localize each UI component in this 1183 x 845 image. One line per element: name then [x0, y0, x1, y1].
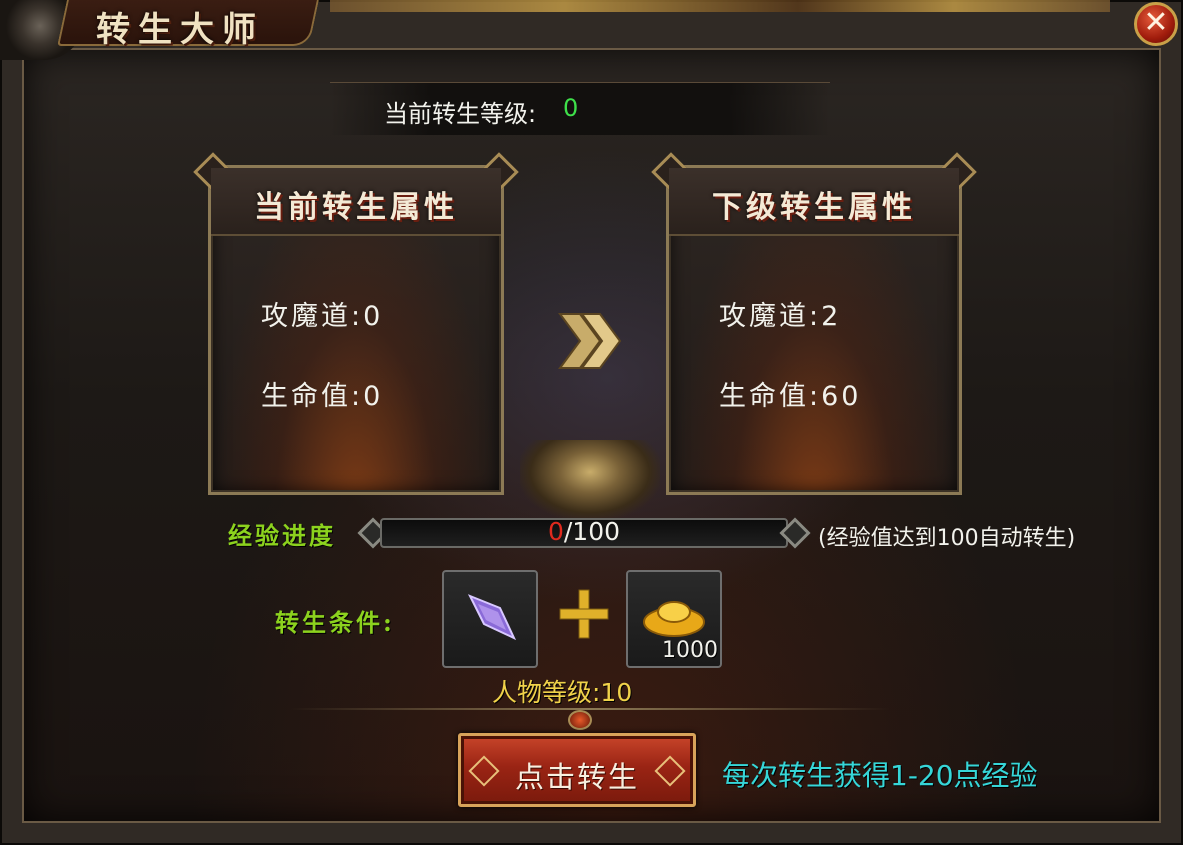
experience-max: /100 [563, 517, 621, 546]
stat-label: 攻魔道: [719, 301, 822, 332]
skull-medallion-icon [520, 440, 660, 520]
plus-icon [559, 589, 609, 639]
top-ornament-border [330, 0, 1110, 12]
panel-header: 当前转生属性 [211, 168, 501, 236]
experience-progress-text: 0/100 [380, 517, 788, 546]
next-attributes-title: 下级转生属性 [712, 190, 916, 225]
current-level-value: 0 [563, 94, 579, 122]
double-chevron-right-icon [558, 313, 622, 369]
experience-note: (经验值达到100自动转生) [818, 526, 1076, 551]
current-attributes-panel: 当前转生属性 攻魔道:0 生命值:0 [193, 152, 519, 495]
conditions-label: 转生条件: [275, 608, 395, 637]
divider [290, 708, 890, 710]
gold-count: 1000 [662, 638, 718, 663]
experience-tip: 每次转生获得1-20点经验 [722, 759, 1038, 792]
stat-label: 生命值: [261, 381, 364, 412]
reincarnate-button-label: 点击转生 [514, 760, 639, 794]
experience-current: 0 [547, 517, 564, 546]
reincarnate-button[interactable]: 点击转生 [458, 733, 696, 807]
required-level-text: 人物等级:10 [492, 678, 633, 707]
experience-label: 经验进度 [228, 521, 336, 550]
next-attributes-panel: 下级转生属性 攻魔道:2 生命值:60 [651, 152, 977, 495]
next-hp-stat: 生命值:60 [719, 374, 861, 413]
next-attack-stat: 攻魔道:2 [719, 294, 841, 333]
item-slot-crystal[interactable] [442, 570, 538, 668]
purple-crystal-icon [467, 594, 517, 641]
current-level-label: 当前转生等级: [384, 100, 537, 128]
window-title: 转生大师 [96, 10, 264, 50]
stat-value: 0 [363, 381, 384, 412]
stat-value: 2 [821, 301, 842, 332]
current-attributes-title: 当前转生属性 [254, 190, 458, 225]
close-button[interactable]: ✕ [1134, 2, 1178, 46]
stat-label: 攻魔道: [261, 301, 364, 332]
stat-value: 0 [363, 301, 384, 332]
stat-value: 60 [821, 381, 862, 412]
panel-header: 下级转生属性 [669, 168, 959, 236]
current-hp-stat: 生命值:0 [261, 374, 383, 413]
current-attack-stat: 攻魔道:0 [261, 294, 383, 333]
gem-ornament-icon [568, 710, 592, 730]
stat-label: 生命值: [719, 381, 822, 412]
